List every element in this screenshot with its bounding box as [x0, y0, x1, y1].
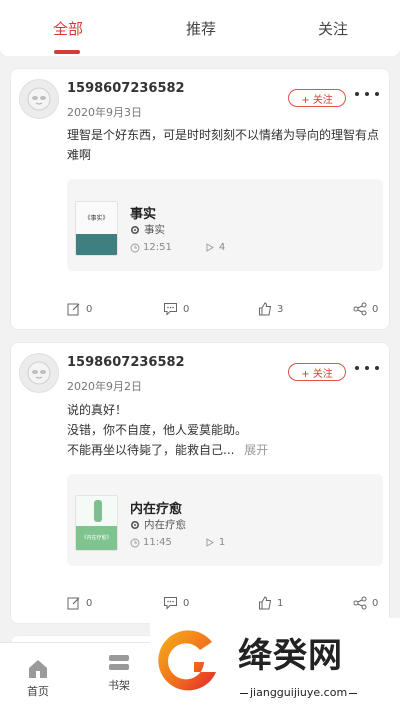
play-icon [206, 538, 214, 547]
nav-bookshelf[interactable]: 书架 [108, 653, 130, 693]
post-date: 2020年9月3日 [67, 106, 142, 119]
share-icon [353, 596, 367, 610]
follow-button[interactable]: + 关注 [288, 89, 346, 107]
book-plays: 4 [218, 242, 226, 253]
content-line: 难啊 [67, 148, 92, 162]
content-line: 不能再坐以待毙了，能救自己... [67, 443, 235, 457]
share-button[interactable]: 0 [353, 302, 378, 316]
comment-button[interactable]: 0 [163, 302, 189, 316]
top-tab-bar: 全部 推荐 关注 [0, 0, 400, 56]
comment-button[interactable]: 0 [163, 596, 189, 610]
sloth-avatar-icon [27, 87, 51, 111]
watermark: 绛癸网 jiangguijiuye.com [150, 618, 400, 711]
post-card: 1598607236582 2020年9月2日 + 关注 说的真好！ 没错，你不… [10, 342, 390, 624]
username[interactable]: 1598607236582 [67, 355, 185, 370]
expand-link[interactable]: 展开 [244, 443, 268, 457]
post-content: 理智是个好东西，可是时时刻刻不以情绪为导向的理智有点 难啊 [67, 125, 383, 165]
avatar[interactable] [19, 79, 59, 119]
post-card: 1598607236582 2020年9月3日 + 关注 理智是个好东西，可是时… [10, 68, 390, 330]
watermark-logo-icon [158, 630, 216, 691]
book-plays: 1 [218, 537, 226, 548]
like-count: 1 [277, 597, 284, 609]
sloth-avatar-icon [27, 361, 51, 385]
clock-icon [130, 243, 140, 252]
post-content: 说的真好！ 没错，你不自度，他人爱莫能助。 不能再坐以待毙了，能救自己... 展… [67, 400, 383, 460]
content-line: 理智是个好东西，可是时时刻刻不以情绪为导向的理智有点 [67, 128, 380, 142]
content-line: 没错，你不自度，他人爱莫能助。 [67, 423, 248, 437]
nav-home-label: 首页 [27, 685, 49, 698]
share-count: 0 [372, 597, 379, 609]
reply-count: 0 [183, 303, 190, 315]
book-subtitle: 事实 [130, 222, 165, 237]
reply-count: 0 [183, 597, 190, 609]
avatar[interactable] [19, 353, 59, 393]
watermark-text: 绛癸网 [238, 636, 343, 676]
tab-following[interactable]: 关注 [318, 18, 348, 39]
book-duration: 12:51 [143, 242, 172, 253]
share-button[interactable]: 0 [353, 596, 378, 610]
post-actions: 0 0 1 0 [11, 596, 391, 616]
book-meta: 11:45 1 [130, 537, 225, 548]
like-button[interactable]: 1 [258, 596, 283, 610]
book-cover: 《内在疗愈》 [75, 495, 118, 551]
nav-bookshelf-label: 书架 [108, 679, 130, 692]
post-date: 2020年9月2日 [67, 380, 142, 393]
play-icon [206, 243, 214, 252]
edit-icon [67, 597, 80, 610]
book-card[interactable]: 《内在疗愈》 内在疗愈 内在疗愈 11:45 1 [67, 474, 383, 566]
cover-title: 《内在疗愈》 [76, 525, 117, 550]
username[interactable]: 1598607236582 [67, 81, 185, 96]
book-card[interactable]: 《事实》 事实 事实 12:51 4 [67, 179, 383, 271]
like-button[interactable]: 3 [258, 302, 283, 316]
thumbs-up-icon [259, 596, 272, 610]
more-options-icon[interactable] [355, 86, 379, 102]
book-title: 事实 [130, 207, 157, 222]
share-count: 0 [372, 303, 379, 315]
book-meta: 12:51 4 [130, 242, 225, 253]
active-tab-indicator [54, 50, 80, 54]
thumbs-up-icon [259, 302, 272, 316]
follow-button[interactable]: + 关注 [288, 363, 346, 381]
share-icon [353, 302, 367, 316]
book-subtitle: 内在疗愈 [130, 517, 186, 532]
book-subtitle-text: 内在疗愈 [144, 519, 186, 531]
cover-title: 《事实》 [76, 202, 117, 234]
gear-icon [130, 520, 140, 529]
comment-icon [164, 597, 177, 610]
nav-home[interactable]: 首页 [27, 659, 49, 699]
post-actions: 0 0 3 0 [11, 302, 391, 322]
home-icon [29, 660, 47, 678]
book-duration: 11:45 [143, 537, 172, 548]
comment-icon [164, 303, 177, 316]
write-count: 0 [86, 303, 93, 315]
edit-icon [67, 303, 80, 316]
book-title: 内在疗愈 [130, 502, 183, 517]
tab-all[interactable]: 全部 [53, 18, 83, 39]
clock-icon [130, 538, 140, 547]
more-options-icon[interactable] [355, 360, 379, 376]
write-comment-button[interactable]: 0 [67, 302, 92, 316]
like-count: 3 [277, 303, 284, 315]
bookshelf-icon [109, 655, 129, 670]
write-comment-button[interactable]: 0 [67, 596, 92, 610]
book-cover: 《事实》 [75, 201, 118, 256]
write-count: 0 [86, 597, 93, 609]
content-line: 说的真好！ [67, 403, 128, 417]
gear-icon [130, 225, 140, 234]
book-subtitle-text: 事实 [144, 224, 165, 236]
watermark-url: jiangguijiuye.com [238, 686, 359, 699]
tab-recommend[interactable]: 推荐 [186, 18, 216, 39]
